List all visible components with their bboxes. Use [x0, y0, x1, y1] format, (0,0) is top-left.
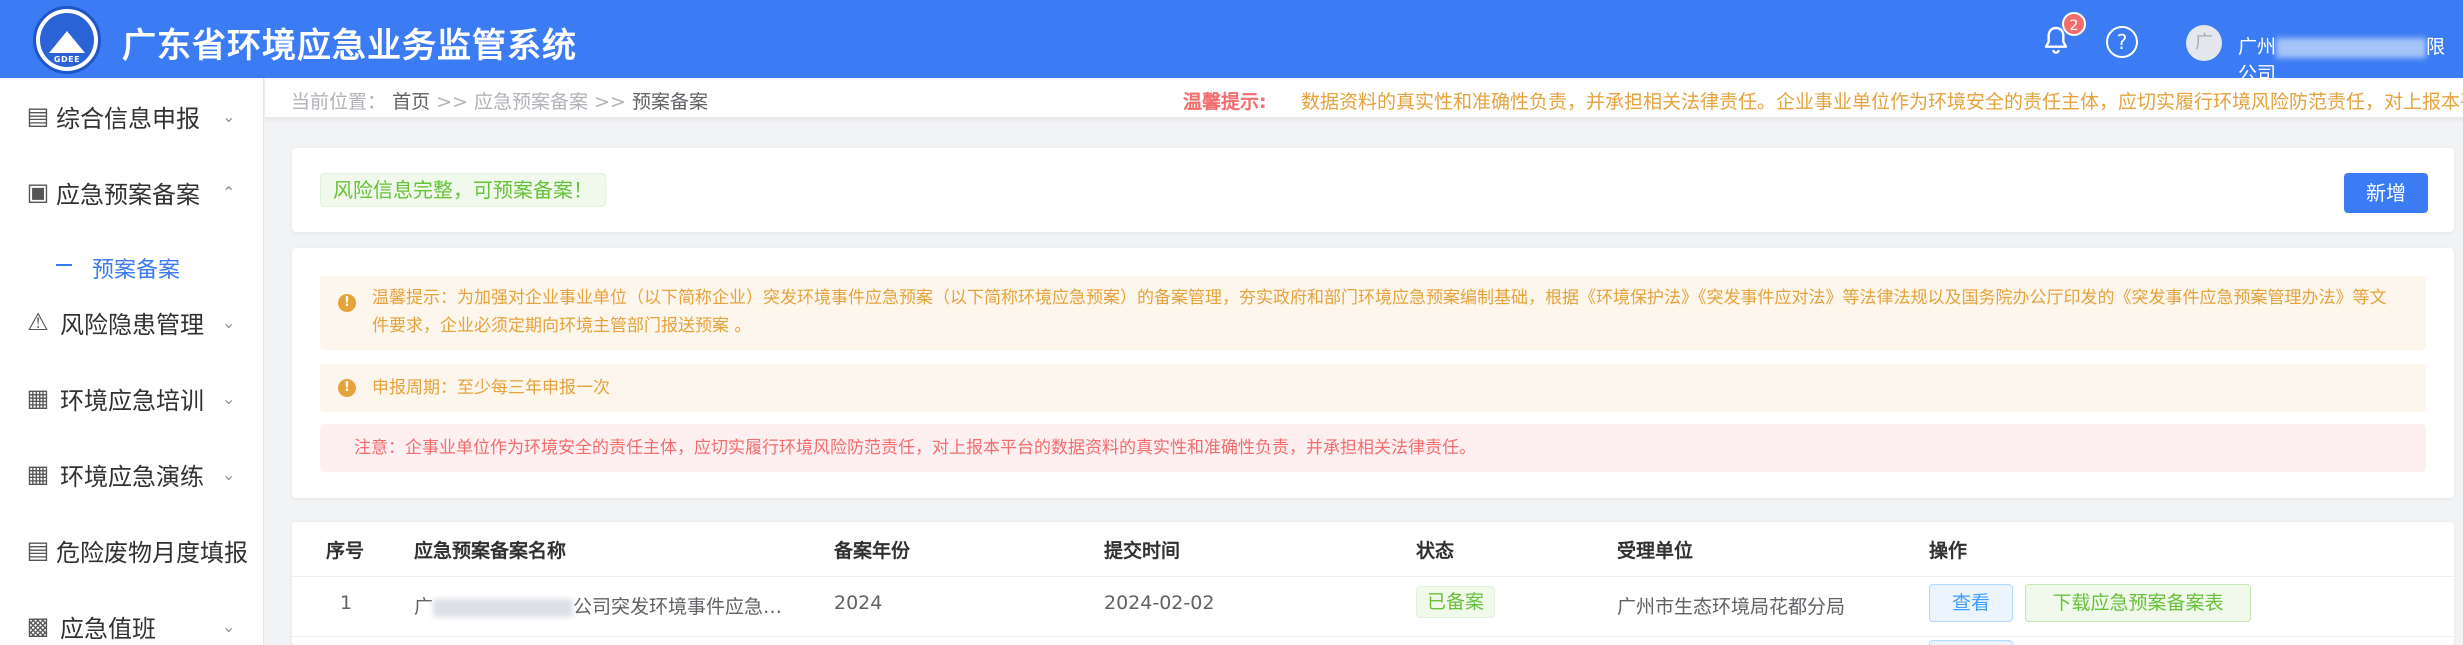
- help-icon[interactable]: ?: [2106, 26, 2138, 58]
- gdee-logo: GDEE: [33, 6, 101, 74]
- warning-icon: !: [338, 294, 356, 312]
- breadcrumb-current: 预案备案: [631, 91, 708, 113]
- chevron-down-icon: ⌄: [222, 312, 236, 332]
- alerts-card: ! 温馨提示：为加强对企业事业单位（以下简称企业）突发环境事件应急预案（以下简称…: [292, 248, 2454, 498]
- breadcrumb-separator: >>: [436, 91, 468, 113]
- table-row-divider: [292, 636, 2454, 637]
- sidebar: ▤ 综合信息申报 ⌄ ▣ 应急预案备案 ⌃ 预案备案 ⚠ 风险隐患管理 ⌄ ▦ …: [0, 78, 264, 645]
- grid-icon: ▦: [26, 384, 50, 412]
- sidebar-item-training[interactable]: ▦ 环境应急培训 ⌄: [0, 360, 264, 436]
- sidebar-item-label: 应急预案备案: [56, 180, 200, 209]
- sidebar-item-hazardous-waste[interactable]: ▤ 危险废物月度填报: [0, 512, 264, 588]
- document-icon: ▤: [26, 536, 50, 564]
- document-icon: ▤: [26, 102, 50, 130]
- caution-alert-text: 注意：企事业单位作为环境安全的责任主体，应切实履行环境风险防范责任，对上报本平台…: [354, 438, 1476, 458]
- submit-time: 2024-02-02: [1104, 592, 1215, 614]
- tip-alert-text: 温馨提示：为加强对企业事业单位（以下简称企业）突发环境事件应急预案（以下简称环境…: [372, 288, 2387, 336]
- calendar-icon: ▩: [26, 612, 50, 640]
- period-alert: ! 申报周期：至少每三年申报一次: [320, 364, 2426, 412]
- plan-name: 广 公司突发环境事件应急…: [414, 592, 782, 619]
- sidebar-item-risk[interactable]: ⚠ 风险隐患管理 ⌄: [0, 284, 264, 360]
- view-button[interactable]: 查看: [1929, 584, 2013, 622]
- download-form-button[interactable]: 下载应急预案备案表: [2025, 584, 2251, 622]
- system-title: 广东省环境应急业务监管系统: [122, 26, 577, 66]
- filing-year: 2024: [834, 592, 883, 614]
- notice-label: 温馨提示:: [1183, 91, 1267, 113]
- sidebar-subitem-label: 预案备案: [92, 258, 181, 283]
- archive-icon: ▣: [26, 178, 50, 206]
- status-card: 风险信息完整，可预案备案！ 新增: [292, 148, 2454, 232]
- chevron-up-icon: ⌃: [222, 182, 236, 202]
- sidebar-item-label: 应急值班: [60, 614, 156, 643]
- warning-icon: ⚠: [27, 308, 49, 336]
- breadcrumb: 当前位置： 首页 >> 应急预案备案 >> 预案备案: [291, 87, 708, 114]
- breadcrumb-separator: >>: [594, 91, 626, 113]
- sidebar-item-plan-filing[interactable]: ▣ 应急预案备案 ⌃: [0, 154, 264, 230]
- tip-alert: ! 温馨提示：为加强对企业事业单位（以下简称企业）突发环境事件应急预案（以下简称…: [320, 276, 2426, 350]
- redacted-text: [2276, 37, 2427, 58]
- sidebar-item-label: 危险废物月度填报: [56, 538, 248, 567]
- sidebar-item-label: 环境应急培训: [60, 386, 204, 415]
- add-button[interactable]: 新增: [2344, 173, 2428, 213]
- view-button[interactable]: [1929, 640, 2013, 645]
- company-prefix: 广州: [2238, 36, 2277, 58]
- active-indicator: [56, 264, 72, 266]
- column-header: 操作: [1929, 540, 1968, 562]
- avatar[interactable]: 广: [2186, 25, 2222, 61]
- accepting-unit: 广州市生态环境局花都分局: [1617, 596, 1846, 618]
- plan-name-prefix: 广: [414, 596, 434, 618]
- sidebar-item-info-report[interactable]: ▤ 综合信息申报 ⌄: [0, 78, 264, 154]
- notice-marquee: 数据资料的真实性和准确性负责，并承担相关法律责任。企业事业单位作为环境安全的责任…: [1301, 91, 2463, 113]
- sidebar-item-drill[interactable]: ▦ 环境应急演练 ⌄: [0, 436, 264, 512]
- chevron-down-icon: ⌄: [222, 616, 236, 636]
- chevron-down-icon: ⌄: [222, 464, 236, 484]
- notification-badge: 2: [2062, 12, 2086, 36]
- column-header: 状态: [1416, 540, 1455, 562]
- risk-complete-tag: 风险信息完整，可预案备案！: [320, 173, 606, 207]
- sidebar-item-label: 综合信息申报: [56, 104, 200, 133]
- logo-text: GDEE: [53, 55, 81, 64]
- column-header: 备案年份: [834, 540, 911, 562]
- redacted-text: [433, 598, 574, 617]
- breadcrumb-prefix: 当前位置：: [291, 91, 387, 113]
- column-header: 应急预案备案名称: [414, 540, 567, 562]
- sidebar-item-duty[interactable]: ▩ 应急值班 ⌄: [0, 588, 264, 645]
- chevron-down-icon: ⌄: [222, 388, 236, 408]
- column-header: 受理单位: [1617, 540, 1694, 562]
- filing-table: 序号 应急预案备案名称 备案年份 提交时间 状态 受理单位 操作 1 广 公司突发…: [292, 522, 2454, 645]
- breadcrumb-bar: 当前位置： 首页 >> 应急预案备案 >> 预案备案 温馨提示: 数据资料的真实…: [265, 78, 2463, 118]
- chevron-down-icon: ⌄: [222, 106, 236, 126]
- warning-icon: !: [338, 379, 356, 397]
- breadcrumb-parent[interactable]: 应急预案备案: [474, 91, 588, 113]
- sidebar-item-label: 风险隐患管理: [60, 310, 204, 339]
- plan-name-suffix: 公司突发环境事件应急…: [573, 596, 783, 618]
- caution-alert: 注意：企事业单位作为环境安全的责任主体，应切实履行环境风险防范责任，对上报本平台…: [320, 424, 2426, 472]
- table-header-divider: [292, 576, 2454, 577]
- breadcrumb-home[interactable]: 首页: [392, 91, 430, 113]
- row-index: 1: [340, 592, 353, 614]
- status-badge: 已备案: [1416, 586, 1496, 618]
- grid-icon: ▦: [26, 460, 50, 488]
- top-header: GDEE 广东省环境应急业务监管系统 2 ? 广 广州 限公司: [0, 0, 2463, 85]
- column-header: 提交时间: [1104, 540, 1181, 562]
- sidebar-item-label: 环境应急演练: [60, 462, 204, 491]
- column-header: 序号: [326, 540, 365, 562]
- period-alert-text: 申报周期：至少每三年申报一次: [372, 378, 610, 398]
